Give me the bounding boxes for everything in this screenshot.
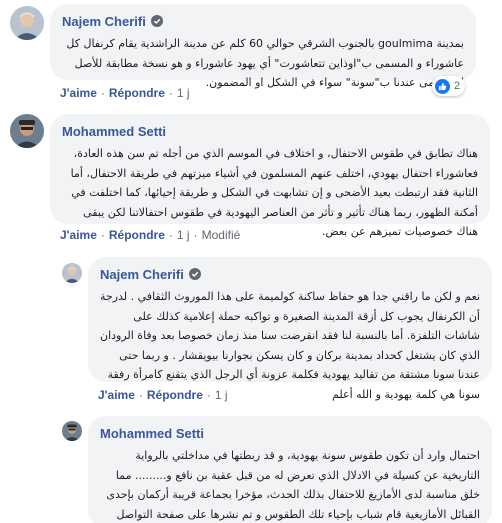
comment-actions: J'aime · Répondre · 1 j <box>60 86 190 100</box>
profile-photo-icon <box>10 114 44 148</box>
profile-photo-icon <box>62 263 82 283</box>
comment-bubble: Mohammed Setti هناك تطابق في طقوس الاحتف… <box>50 114 490 238</box>
separator-dot: · <box>168 86 173 100</box>
like-button[interactable]: J'aime <box>60 228 97 242</box>
comment-author[interactable]: Najem Cherifi <box>100 267 184 282</box>
like-button[interactable]: J'aime <box>98 388 135 402</box>
profile-photo-icon <box>62 421 82 441</box>
separator-dot: · <box>206 388 211 402</box>
comment-actions: J'aime · Répondre · 1 j · Modifié <box>60 228 240 242</box>
comment-text: بمدينة goulmima بالجنوب الشرقي حوالي 60 … <box>66 37 464 89</box>
reply-bubble: Mohammed Setti احتمال وارد أن تكون طقوس … <box>88 416 492 523</box>
reply-button[interactable]: Répondre <box>109 86 165 100</box>
avatar[interactable] <box>10 6 44 40</box>
avatar[interactable] <box>10 114 44 148</box>
comment-author[interactable]: Mohammed Setti <box>62 124 166 139</box>
reply-button[interactable]: Répondre <box>147 388 203 402</box>
thumbs-up-icon <box>435 78 450 94</box>
separator-dot: · <box>100 86 105 100</box>
comment-text: احتمال وارد أن تكون طقوس سونة يهودية، و … <box>106 449 480 521</box>
profile-photo-icon <box>10 6 44 40</box>
comment-text: هناك تطابق في طقوس الاحتفال، و اختلاف في… <box>70 147 478 238</box>
reply-button[interactable]: Répondre <box>109 228 165 242</box>
verified-badge-icon <box>150 15 163 27</box>
reply-bubble: Najem Cherifi نعم و لكن ما راقني جدا هو … <box>88 257 492 401</box>
avatar[interactable] <box>62 421 82 441</box>
separator-dot: · <box>100 228 105 242</box>
verified-badge-icon <box>188 268 201 280</box>
edited-label: Modifié <box>201 228 241 242</box>
comment-timestamp[interactable]: 1 j <box>215 388 228 402</box>
like-button[interactable]: J'aime <box>60 86 97 100</box>
comment-actions: J'aime · Répondre · 1 j <box>98 388 228 402</box>
comment-timestamp[interactable]: 1 j <box>177 228 190 242</box>
separator-dot: · <box>168 228 173 242</box>
avatar[interactable] <box>62 263 82 283</box>
comment-author[interactable]: Mohammed Setti <box>100 426 204 441</box>
reaction-count[interactable]: 2 <box>432 76 466 96</box>
separator-dot: · <box>193 228 198 242</box>
separator-dot: · <box>138 388 143 402</box>
reaction-number: 2 <box>454 80 461 92</box>
comment-timestamp[interactable]: 1 j <box>177 86 190 100</box>
comment-text: نعم و لكن ما راقني جدا هو حفاظ ساكنة كول… <box>99 290 480 401</box>
comment-bubble: Najem Cherifi بمدينة goulmima بالجنوب ال… <box>50 4 476 89</box>
comment-author[interactable]: Najem Cherifi <box>62 14 146 29</box>
